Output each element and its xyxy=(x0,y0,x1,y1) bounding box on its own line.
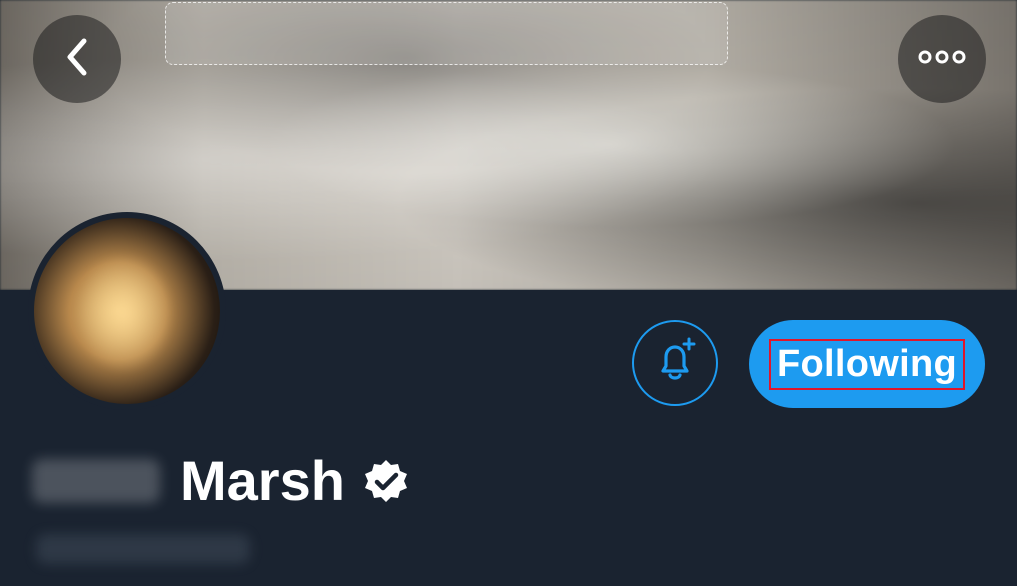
notifications-button[interactable] xyxy=(632,320,718,406)
search-field-outline[interactable] xyxy=(165,2,728,65)
profile-display-name: Marsh xyxy=(180,449,345,512)
redacted-first-name xyxy=(32,459,160,503)
more-button[interactable] xyxy=(898,15,986,103)
bell-plus-icon xyxy=(649,335,701,392)
following-button-label: Following xyxy=(769,338,965,390)
back-button[interactable] xyxy=(33,15,121,103)
following-button[interactable]: Following xyxy=(749,320,985,408)
more-horizontal-icon xyxy=(917,49,967,70)
avatar-image xyxy=(34,218,220,404)
profile-avatar[interactable] xyxy=(28,212,226,410)
redacted-username-handle xyxy=(36,534,250,564)
profile-name-row: Marsh xyxy=(32,446,409,516)
verified-badge-icon xyxy=(363,458,409,504)
chevron-left-icon xyxy=(60,35,94,84)
